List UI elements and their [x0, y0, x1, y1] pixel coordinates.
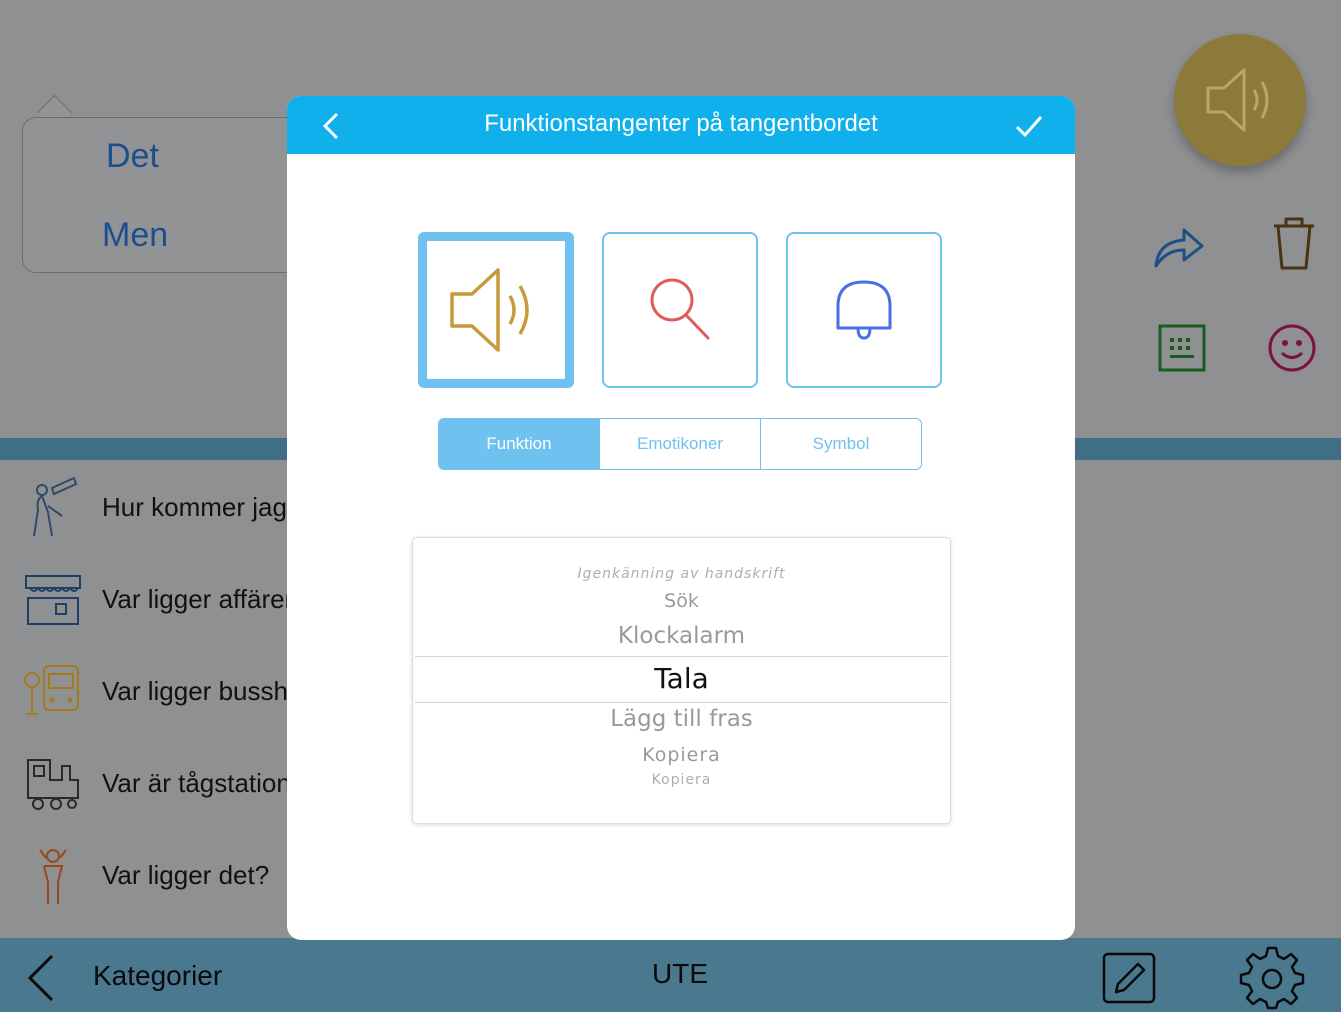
- tab-symbol[interactable]: Symbol: [761, 419, 921, 469]
- shop-icon: [25, 575, 81, 625]
- train-icon: [27, 759, 79, 810]
- picker-selection-line-bottom: [415, 702, 948, 703]
- picker-option[interactable]: Klockalarm: [413, 623, 950, 649]
- category-title: UTE: [652, 958, 708, 989]
- picker-option[interactable]: Igenkänning av handskrift: [413, 566, 950, 582]
- picker-option[interactable]: Sök: [413, 590, 950, 612]
- list-item-label: Var är tågstation: [102, 768, 291, 798]
- key-type-tabs: Funktion Emotikoner Symbol: [438, 418, 922, 470]
- person-question-icon: [39, 849, 67, 904]
- tab-funktion[interactable]: Funktion: [439, 419, 600, 469]
- bus-stop-icon: [24, 665, 79, 715]
- share-icon[interactable]: [1150, 216, 1206, 272]
- keyboard-icon[interactable]: [1156, 322, 1212, 378]
- list-item-label: Var ligger affären: [102, 584, 300, 614]
- key-slot-search[interactable]: [602, 232, 758, 388]
- key-slot-alarm[interactable]: [786, 232, 942, 388]
- list-item[interactable]: Var ligger busshå: [0, 646, 303, 736]
- function-picker[interactable]: Igenkänning av handskrift Sök Klockalarm…: [412, 537, 951, 824]
- key-slot-speak[interactable]: [418, 232, 574, 388]
- bell-icon: [836, 280, 892, 340]
- dialog-header: Funktionstangenter på tangentbordet: [287, 96, 1075, 154]
- trash-icon[interactable]: [1266, 214, 1322, 270]
- speak-button[interactable]: [1174, 34, 1306, 166]
- list-item[interactable]: Var ligger affären: [0, 554, 300, 644]
- search-icon: [650, 278, 710, 340]
- speaker-icon: [1206, 68, 1269, 132]
- list-item-label: Hur kommer jag: [102, 492, 287, 522]
- list-item-label: Var ligger busshå: [102, 676, 303, 706]
- suggestion-word-det[interactable]: Det: [106, 137, 159, 176]
- picker-option[interactable]: Lägg till fras: [413, 706, 950, 732]
- picker-selection-line-top: [415, 656, 948, 657]
- tab-emotikoner[interactable]: Emotikoner: [600, 419, 761, 469]
- telescope-icon: [33, 476, 78, 537]
- suggestion-bubble: [22, 117, 324, 273]
- list-item[interactable]: Hur kommer jag: [0, 462, 300, 552]
- list-item-label: Var ligger det?: [102, 860, 270, 890]
- checkmark-icon[interactable]: [1011, 108, 1047, 144]
- chevron-left-icon[interactable]: [22, 952, 62, 1004]
- list-item[interactable]: Var ligger det?: [0, 830, 300, 920]
- picker-option[interactable]: Kopiera: [413, 744, 950, 766]
- suggestion-word-men[interactable]: Men: [102, 216, 168, 255]
- dialog-title: Funktionstangenter på tangentbordet: [484, 110, 878, 137]
- emoji-icon[interactable]: [1266, 322, 1322, 378]
- picker-selected-option[interactable]: Tala: [413, 662, 950, 695]
- picker-option[interactable]: Kopiera: [413, 772, 950, 788]
- categories-link[interactable]: Kategorier: [93, 960, 222, 992]
- gear-icon[interactable]: [1238, 944, 1306, 1010]
- edit-icon[interactable]: [1102, 952, 1156, 1004]
- speaker-icon: [450, 268, 529, 352]
- list-item[interactable]: Var är tågstation: [0, 738, 300, 828]
- function-keys-dialog: Funktionstangenter på tangentbordet Funk…: [287, 96, 1075, 940]
